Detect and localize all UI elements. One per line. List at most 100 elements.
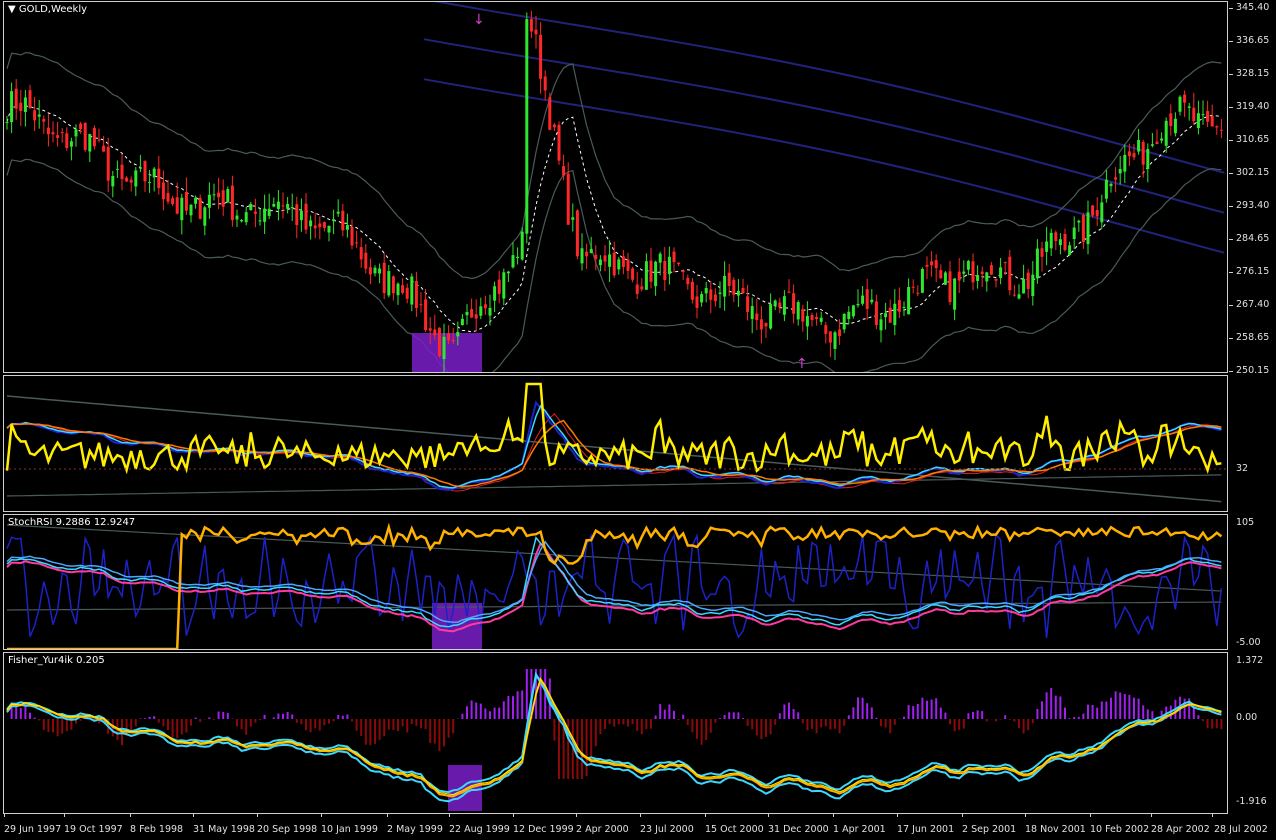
fisher-histogram-bar [631, 719, 634, 725]
candle-body [364, 252, 368, 269]
highlight-box [412, 333, 482, 372]
candle-body [433, 329, 437, 336]
candle-body [69, 141, 73, 147]
candle-body [83, 122, 87, 150]
fisher-histogram-bar [995, 719, 997, 722]
price-tick [1229, 305, 1233, 306]
fisher-histogram-bar [953, 719, 956, 732]
candle-body [644, 261, 648, 290]
candle-body [23, 97, 27, 112]
fisher-histogram-bar [751, 719, 754, 730]
fisher-histogram-bar [824, 719, 827, 727]
moving-average [6, 105, 1222, 333]
price-pane[interactable]: ↓ ↑ ▼ GOLD,Weekly [3, 1, 1228, 373]
fisher-histogram-bar [521, 690, 524, 719]
candle-body [1012, 294, 1016, 296]
candle-body [332, 219, 336, 222]
fisher-histogram-bar [245, 719, 248, 735]
time-label: 12 Dec 1999 [513, 824, 574, 835]
fisher-histogram-bar [1022, 719, 1025, 734]
fisher-histogram-bar [636, 719, 639, 731]
price-chart: ↓↑ [5, 2, 1225, 372]
price-tick [1229, 206, 1233, 207]
dropdown-triangle-icon[interactable]: ▼ [8, 4, 19, 15]
candle-body [290, 207, 294, 209]
fisher-histogram-bar [893, 719, 896, 725]
candle-body [594, 254, 598, 259]
candle-body [741, 287, 745, 294]
candle-body [322, 222, 326, 228]
fisher-histogram-bar [1128, 694, 1131, 719]
fisher-histogram-bar [447, 719, 450, 738]
candle-body [589, 248, 593, 254]
candle-body [1035, 248, 1039, 279]
fisher-histogram-bar [1215, 719, 1218, 729]
candle-body [1219, 129, 1223, 131]
candle-body [387, 271, 391, 296]
candle-body [585, 251, 589, 257]
candle-body [286, 203, 290, 209]
time-label: 1 Apr 2001 [833, 824, 886, 835]
fisher-scale-top: 1.372 [1236, 655, 1264, 666]
candle-body [1196, 113, 1200, 129]
candle-body [948, 271, 952, 303]
candle-body [1187, 106, 1191, 108]
fisher-highlight-box [448, 765, 482, 811]
price-tick [1229, 140, 1233, 141]
candle-body [539, 34, 543, 79]
fisher-histogram-bar [337, 714, 340, 719]
price-tick [1229, 173, 1233, 174]
candle-body [217, 192, 221, 198]
fisher-histogram-bar [282, 713, 284, 719]
fisher-histogram-bar [912, 706, 915, 719]
down-arrow-icon: ↓ [473, 12, 485, 28]
fisher-histogram-bar [723, 715, 726, 719]
fisher-histogram-bar [604, 719, 606, 729]
fisher-histogram-bar [1142, 705, 1145, 719]
fisher-histogram-bar [852, 707, 855, 719]
candle-body [732, 280, 736, 295]
stochrsi-pane[interactable]: StochRSI 9.2886 12.9247 [3, 514, 1228, 650]
fisher-histogram-bar [760, 719, 763, 740]
fisher-histogram-bar [392, 719, 395, 730]
rsi-pane[interactable] [3, 375, 1228, 512]
candle-body [828, 331, 832, 343]
fisher-histogram-bar [346, 714, 349, 719]
fisher-histogram-bar [378, 719, 381, 740]
fisher-histogram-bar [774, 719, 777, 725]
fisher-pane[interactable]: Fisher_Yur4ik 0.205 [3, 652, 1228, 814]
fisher-histogram-bar [295, 719, 298, 723]
fisher-histogram-bar [134, 719, 137, 727]
fisher-histogram-bar [176, 719, 179, 739]
price-label: 302.15 [1236, 167, 1270, 178]
candle-body [134, 170, 138, 187]
candle-body [847, 311, 851, 320]
fisher-histogram-bar [765, 719, 767, 737]
fisher-orange-line [6, 677, 1222, 798]
price-label: 250.15 [1236, 365, 1270, 376]
candle-body [1178, 96, 1182, 112]
fisher-histogram-bar [1054, 695, 1057, 719]
candle-body [318, 223, 322, 228]
candle-body [189, 204, 193, 216]
candle-body [111, 175, 115, 187]
fisher-histogram-bar [1220, 719, 1223, 730]
candle-body [755, 313, 759, 320]
candle-body [474, 314, 478, 319]
candle-body [1150, 144, 1154, 146]
fisher-histogram-bar [401, 719, 404, 727]
candle-body [782, 296, 786, 315]
candle-body [240, 219, 244, 222]
candle-body [580, 248, 584, 264]
fisher-histogram-bar [1146, 709, 1149, 719]
candle-body [258, 220, 262, 222]
fisher-histogram-bar [847, 715, 850, 719]
fisher-histogram-bar [254, 719, 257, 723]
price-label: 310.65 [1236, 134, 1270, 145]
band-curve [423, 38, 1225, 214]
fisher-yellow-line [6, 678, 1222, 796]
fisher-histogram-bar [944, 712, 947, 719]
candle-body [1081, 215, 1085, 243]
candle-body [787, 291, 791, 293]
candle-body [419, 304, 423, 306]
